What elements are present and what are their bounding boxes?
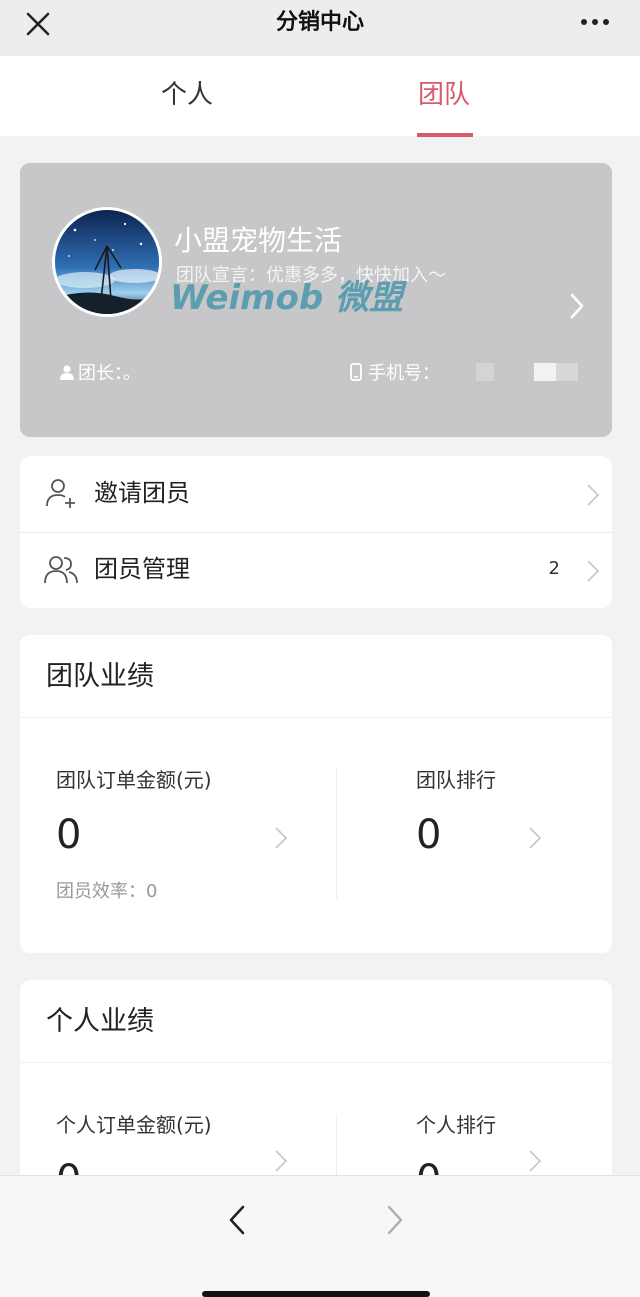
personal-rank-label: 个人排行 [416,1113,496,1137]
team-rank-value[interactable]: 0 [416,811,441,859]
phone-number-blur [476,363,494,381]
person-icon [60,365,74,380]
leader-value: 。 [123,363,141,384]
member-count-badge: 2 [548,558,560,579]
team-leader: 团长：。 [60,361,141,387]
add-user-icon [46,479,75,508]
tab-team[interactable]: 团队 [354,78,534,112]
team-order-amount-value[interactable]: 0 [56,811,81,859]
team-order-amount-label: 团队订单金额(元) [56,768,212,792]
back-arrow-icon[interactable] [226,1204,248,1236]
more-dots-icon [581,19,609,25]
phone-number-blur [534,363,556,381]
chevron-right-icon[interactable] [274,1148,288,1174]
menu-item-label: 团员管理 [94,555,190,583]
menu-item-member-management[interactable]: 团员管理 2 [20,532,612,608]
member-efficiency: 团员效率：0 [56,881,158,902]
forward-arrow-icon[interactable] [384,1204,406,1236]
tab-personal[interactable]: 个人 [97,78,277,112]
watermark-text: Weimob 微盟 [170,278,408,318]
weimob-watermark: Weimob 微盟 [170,275,470,319]
phone-number-blur [556,363,578,381]
team-performance-card: 团队业绩 团队订单金额(元) 0 团员效率：0 团队排行 0 [20,635,612,953]
tab-bar: 个人 团队 [0,56,640,136]
team-name: 小盟宠物生活 [174,224,343,257]
browser-bottom-bar [0,1175,640,1297]
divider [20,1062,612,1063]
chevron-right-icon[interactable] [528,1148,542,1174]
menu-item-label: 邀请团员 [94,479,190,507]
team-card-chevron-icon [568,289,588,323]
leader-label: 团长： [78,363,123,384]
users-icon [44,556,78,584]
team-phone: 手机号： [350,361,440,387]
chevron-right-icon [587,560,600,582]
personal-order-amount-label: 个人订单金额(元) [56,1113,212,1137]
menu-item-invite-members[interactable]: 邀请团员 [20,456,612,533]
phone-label: 手机号： [368,363,440,384]
team-info-card[interactable]: 小盟宠物生活 团队宣言：优惠多多，快快加入～ Weimob 微盟 团长：。 手机… [20,163,612,437]
divider [20,717,612,718]
page-title: 分销中心 [275,10,364,35]
chevron-right-icon [587,484,600,506]
section-title: 团队业绩 [46,661,154,692]
team-menu: 邀请团员 团员管理 2 [20,456,612,608]
team-avatar [52,207,162,317]
section-title: 个人业绩 [46,1006,154,1037]
chevron-right-icon[interactable] [274,825,288,851]
top-nav-bar: 分销中心 [0,0,640,56]
active-tab-indicator [417,133,473,137]
team-rank-label: 团队排行 [416,768,496,792]
home-indicator [202,1291,430,1297]
phone-icon [350,363,362,381]
chevron-right-icon[interactable] [528,825,542,851]
vertical-divider [336,769,337,899]
more-button[interactable] [578,12,614,32]
